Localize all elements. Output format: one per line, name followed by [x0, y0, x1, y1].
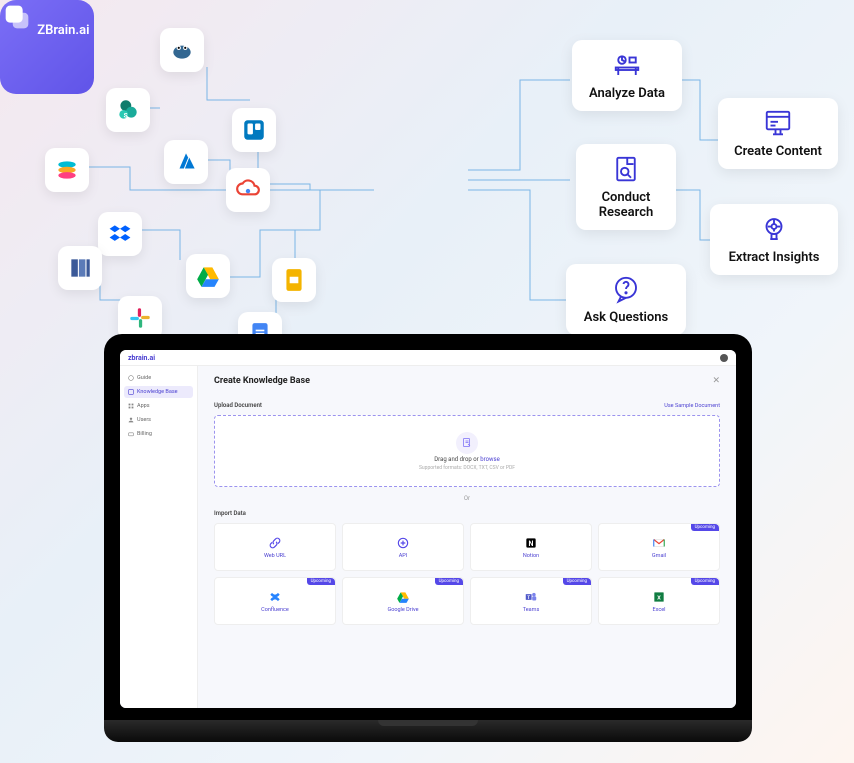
link-icon [268, 536, 282, 550]
sidebar-item-users[interactable]: Users [124, 414, 193, 426]
import-card-label: API [399, 553, 408, 559]
api-icon [396, 536, 410, 550]
svg-text:T: T [527, 594, 530, 600]
import-card-label: Google Drive [387, 607, 418, 613]
sidebar-item-label: Guide [137, 375, 151, 381]
upload-dropzone[interactable]: Drag and drop or browse Supported format… [214, 415, 720, 487]
sidebar-item-guide[interactable]: Guide [124, 372, 193, 384]
main-panel: Create Knowledge Base ✕ Upload Document … [198, 366, 736, 708]
sidebar-item-label: Users [137, 417, 151, 423]
import-card-excel[interactable]: Upcoming X Excel [598, 577, 720, 625]
import-label: Import Data [214, 510, 720, 517]
feature-ask-questions: Ask Questions [566, 264, 686, 335]
import-card-label: Teams [523, 607, 540, 613]
dropzone-subtext: Supported formats: DOCX, TXT, CSV or PDF [419, 465, 515, 471]
feature-analyze-data: Analyze Data [572, 40, 682, 111]
dropbox-icon [98, 212, 142, 256]
zbrain-center-node: ZBrain.ai [0, 0, 94, 94]
azure-icon [164, 140, 208, 184]
svg-text:N: N [529, 539, 534, 547]
import-card-confluence[interactable]: Upcoming Confluence [214, 577, 336, 625]
trello-icon [232, 108, 276, 152]
sidebar-item-label: Apps [137, 403, 150, 409]
import-card-gdrive[interactable]: Upcoming Google Drive [342, 577, 464, 625]
sample-document-link[interactable]: Use Sample Document [664, 403, 720, 409]
feature-label: Conduct Research [599, 190, 654, 220]
upcoming-badge: Upcoming [307, 578, 335, 585]
import-card-teams[interactable]: Upcoming T Teams [470, 577, 592, 625]
google-drive-icon [186, 254, 230, 298]
brand-label: ZBrain.ai [37, 23, 89, 38]
google-slides-icon [272, 258, 316, 302]
app-header: zbrain.ai [120, 350, 736, 366]
gmail-icon [652, 536, 666, 550]
import-card-label: Excel [653, 607, 666, 613]
import-card-label: Web URL [264, 553, 286, 559]
avatar[interactable] [720, 354, 728, 362]
sidebar-item-label: Billing [137, 431, 152, 437]
import-card-label: Confluence [261, 607, 289, 613]
teams-icon: T [524, 590, 538, 604]
feature-label: Ask Questions [584, 310, 668, 325]
sharepoint-icon: S [106, 88, 150, 132]
svg-text:X: X [657, 595, 661, 601]
integration-diagram: S ZBrain.ai Analyze Data Create Conte [0, 0, 854, 360]
feature-label: Create Content [734, 144, 822, 159]
postgresql-icon [160, 28, 204, 72]
laptop-base [104, 720, 752, 742]
import-card-link[interactable]: Web URL [214, 523, 336, 571]
upload-file-icon [456, 432, 478, 454]
feature-label: Analyze Data [589, 86, 665, 101]
dropzone-text: Drag and drop or browse [434, 456, 500, 463]
feature-label: Extract Insights [729, 250, 820, 265]
svg-text:S: S [124, 112, 128, 120]
sidebar-item-apps[interactable]: Apps [124, 400, 193, 412]
close-icon[interactable]: ✕ [712, 376, 720, 386]
elastic-icon [45, 148, 89, 192]
app-logo: zbrain.ai [128, 354, 155, 362]
aws-icon [58, 246, 102, 290]
import-card-label: Notion [523, 553, 539, 559]
google-cloud-icon [226, 168, 270, 212]
browse-link[interactable]: browse [480, 456, 500, 463]
excel-icon: X [652, 590, 666, 604]
gdrive-icon [396, 590, 410, 604]
upcoming-badge: Upcoming [563, 578, 591, 585]
import-card-gmail[interactable]: Upcoming Gmail [598, 523, 720, 571]
upcoming-badge: Upcoming [691, 578, 719, 585]
sidebar-item-billing[interactable]: Billing [124, 428, 193, 440]
page-title: Create Knowledge Base [214, 376, 310, 386]
sidebar-item-label: Knowledge Base [137, 389, 178, 395]
laptop-mockup: zbrain.ai Guide Knowledge Base Apps [104, 334, 752, 742]
upload-label: Upload Document [214, 402, 262, 409]
import-card-api[interactable]: API [342, 523, 464, 571]
sidebar: Guide Knowledge Base Apps Users [120, 366, 198, 708]
feature-extract-insights: Extract Insights [710, 204, 838, 275]
feature-create-content: Create Content [718, 98, 838, 169]
notion-icon: N [524, 536, 538, 550]
upcoming-badge: Upcoming [691, 524, 719, 531]
import-card-label: Gmail [652, 553, 666, 559]
or-divider: Or [214, 495, 720, 502]
import-card-notion[interactable]: N Notion [470, 523, 592, 571]
sidebar-item-knowledge-base[interactable]: Knowledge Base [124, 386, 193, 398]
app-screenshot: zbrain.ai Guide Knowledge Base Apps [120, 350, 736, 708]
feature-conduct-research: Conduct Research [576, 144, 676, 230]
upcoming-badge: Upcoming [435, 578, 463, 585]
confluence-icon [268, 590, 282, 604]
